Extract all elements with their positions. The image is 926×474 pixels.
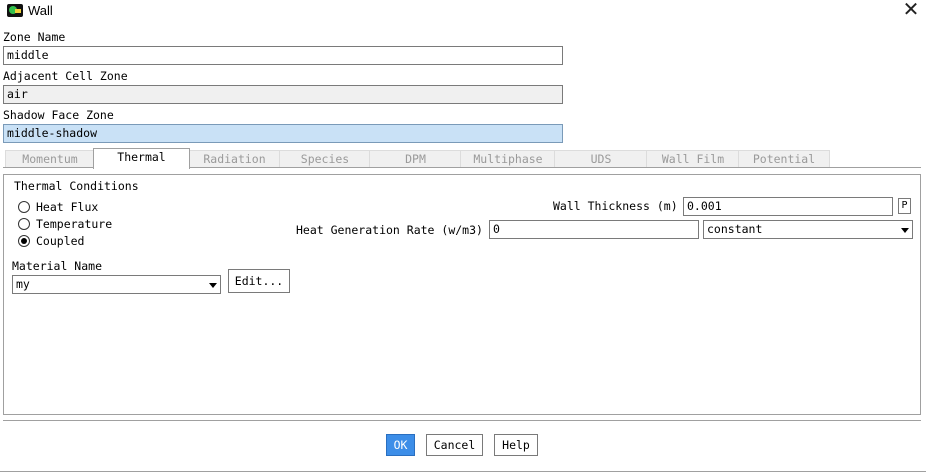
material-name-label: Material Name bbox=[12, 259, 103, 273]
tab-wall-film[interactable]: Wall Film bbox=[646, 150, 740, 168]
tab-thermal[interactable]: Thermal bbox=[93, 148, 190, 169]
tab-multiphase[interactable]: Multiphase bbox=[460, 150, 556, 168]
fluent-app-icon bbox=[7, 4, 23, 17]
material-name-value: my bbox=[16, 277, 30, 291]
heat-generation-method-value: constant bbox=[707, 222, 763, 236]
tab-radiation[interactable]: Radiation bbox=[188, 150, 281, 168]
radio-temperature-circle[interactable] bbox=[18, 218, 30, 230]
radio-coupled-circle[interactable] bbox=[18, 235, 30, 247]
chevron-down-icon bbox=[901, 228, 909, 233]
tab-potential[interactable]: Potential bbox=[738, 150, 830, 168]
wall-thickness-label: Wall Thickness (m) bbox=[553, 199, 678, 213]
tab-bar: Momentum Thermal Radiation Species DPM M… bbox=[3, 148, 921, 169]
heat-generation-label: Heat Generation Rate (w/m3) bbox=[296, 223, 483, 237]
shadow-face-zone-label: Shadow Face Zone bbox=[3, 108, 114, 122]
radio-heat-flux-label: Heat Flux bbox=[36, 200, 99, 214]
zone-name-label: Zone Name bbox=[3, 30, 66, 44]
radio-coupled-label: Coupled bbox=[36, 234, 85, 248]
radio-coupled[interactable]: Coupled bbox=[18, 234, 84, 248]
zone-name-input[interactable]: middle bbox=[3, 46, 563, 65]
radio-temperature[interactable]: Temperature bbox=[18, 217, 112, 231]
tab-species[interactable]: Species bbox=[279, 150, 371, 168]
footer-divider bbox=[3, 420, 921, 421]
adjacent-cell-zone-field: air bbox=[3, 85, 563, 104]
tab-uds[interactable]: UDS bbox=[554, 150, 648, 168]
adjacent-cell-zone-label: Adjacent Cell Zone bbox=[3, 69, 128, 83]
close-icon[interactable]: ✕ bbox=[898, 0, 924, 22]
material-name-dropdown[interactable]: my bbox=[12, 275, 221, 294]
radio-heat-flux-circle[interactable] bbox=[18, 201, 30, 213]
tab-dpm[interactable]: DPM bbox=[369, 150, 462, 168]
radio-heat-flux[interactable]: Heat Flux bbox=[18, 200, 98, 214]
shadow-face-zone-field[interactable]: middle-shadow bbox=[3, 124, 563, 143]
radio-temperature-label: Temperature bbox=[36, 217, 113, 231]
window-bottom-edge bbox=[0, 471, 926, 472]
chevron-down-icon bbox=[209, 283, 217, 288]
help-button[interactable]: Help bbox=[494, 434, 538, 456]
wall-thickness-input[interactable]: 0.001 bbox=[683, 197, 893, 216]
parameter-button[interactable]: P bbox=[898, 198, 911, 214]
edit-material-button[interactable]: Edit... bbox=[228, 269, 290, 293]
thermal-conditions-title: Thermal Conditions bbox=[12, 179, 141, 193]
heat-generation-method-dropdown[interactable]: constant bbox=[703, 220, 913, 239]
heat-generation-input[interactable]: 0 bbox=[489, 220, 699, 239]
window-title: Wall bbox=[28, 3, 53, 18]
cancel-button[interactable]: Cancel bbox=[426, 434, 483, 456]
tab-momentum[interactable]: Momentum bbox=[5, 150, 95, 168]
title-bar bbox=[0, 0, 926, 22]
ok-button[interactable]: OK bbox=[386, 434, 415, 456]
